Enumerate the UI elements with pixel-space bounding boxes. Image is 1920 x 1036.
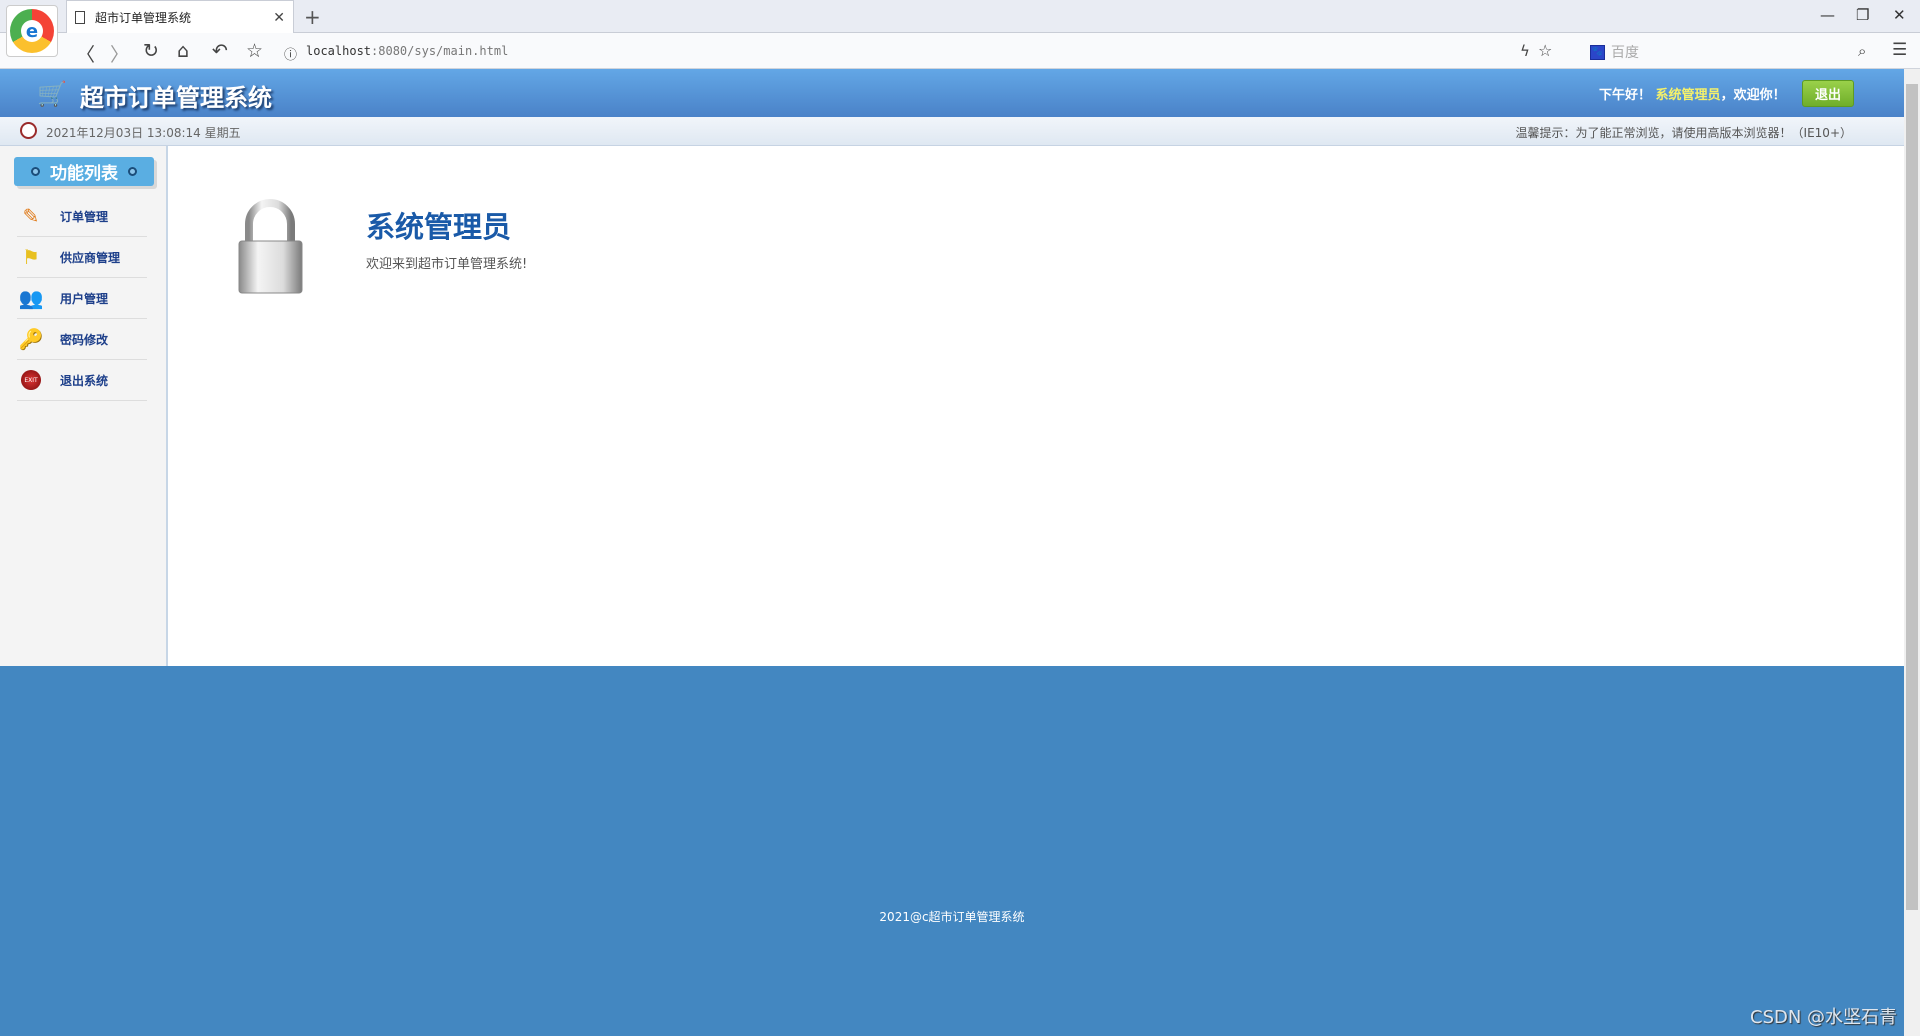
browser-logo: e bbox=[6, 5, 58, 57]
sidebar-item-users[interactable]: 👥 用户管理 bbox=[17, 278, 147, 319]
app-title: 超市订单管理系统 bbox=[80, 78, 272, 113]
provider-icon: ⚑ bbox=[17, 244, 45, 270]
favorite-icon[interactable]: ☆ bbox=[1538, 41, 1552, 60]
url-host: localhost bbox=[306, 44, 371, 58]
role-title: 系统管理员 bbox=[366, 204, 511, 246]
undo-icon[interactable]: ↶ bbox=[212, 40, 228, 62]
password-icon: 🔑 bbox=[17, 326, 45, 352]
greeting-text: 下午好！ bbox=[1599, 88, 1651, 103]
cart-icon: 🛒 bbox=[37, 80, 67, 108]
reload-icon[interactable]: ↻ bbox=[143, 40, 159, 62]
sidebar-item-label: 密码修改 bbox=[60, 331, 108, 348]
welcome-suffix: ，欢迎你！ bbox=[1721, 88, 1786, 103]
browser-tip: 温馨提示：为了能正常浏览，请使用高版本浏览器！（IE10+） bbox=[499, 124, 1852, 141]
footer-text: 2021@c超市订单管理系统 bbox=[0, 908, 1904, 925]
sidebar-item-label: 订单管理 bbox=[60, 208, 108, 225]
url-path: :8080/sys/main.html bbox=[371, 44, 508, 58]
users-icon: 👥 bbox=[17, 285, 45, 311]
welcome-text: 欢迎来到超市订单管理系统! bbox=[366, 253, 527, 272]
forward-icon[interactable]: 〉 bbox=[110, 40, 129, 67]
url-field[interactable]: localhost:8080/sys/main.html bbox=[306, 44, 508, 58]
close-window-button[interactable]: ✕ bbox=[1893, 6, 1906, 24]
home-icon[interactable]: ⌂ bbox=[177, 40, 189, 62]
tab-title: 超市订单管理系统 bbox=[95, 9, 191, 26]
sidebar-item-orders[interactable]: ✎ 订单管理 bbox=[17, 196, 147, 237]
current-datetime: 2021年12月03日 13:08:14 星期五 bbox=[46, 124, 241, 141]
scrollbar-thumb[interactable] bbox=[1906, 84, 1918, 910]
restore-button[interactable]: ❐ bbox=[1856, 6, 1869, 24]
lock-icon bbox=[233, 198, 308, 298]
minimize-button[interactable]: — bbox=[1820, 6, 1835, 24]
search-placeholder: 百度 bbox=[1611, 42, 1639, 62]
sidebar-item-label: 退出系统 bbox=[60, 372, 108, 389]
lightning-icon[interactable]: ϟ bbox=[1520, 42, 1530, 60]
order-icon: ✎ bbox=[17, 203, 45, 229]
dot-icon bbox=[128, 167, 137, 176]
search-icon[interactable]: ⌕ bbox=[1858, 42, 1866, 60]
logo-letter: e bbox=[21, 20, 43, 42]
menu-icon[interactable]: ☰ bbox=[1892, 40, 1907, 60]
new-tab-button[interactable]: + bbox=[304, 5, 321, 29]
exit-icon: EXIT bbox=[17, 367, 45, 393]
sidebar-title: 功能列表 bbox=[14, 157, 154, 186]
sidebar-item-providers[interactable]: ⚑ 供应商管理 bbox=[17, 237, 147, 278]
baidu-icon: 🐾 bbox=[1590, 45, 1605, 60]
close-tab-icon[interactable]: ✕ bbox=[273, 10, 285, 26]
sidebar-item-exit[interactable]: EXIT 退出系统 bbox=[17, 360, 147, 401]
info-icon: ⓘ bbox=[284, 44, 297, 63]
sidebar-item-label: 供应商管理 bbox=[60, 249, 120, 266]
sidebar-item-password[interactable]: 🔑 密码修改 bbox=[17, 319, 147, 360]
dot-icon bbox=[31, 167, 40, 176]
clock-icon bbox=[20, 122, 37, 139]
sidebar-item-label: 用户管理 bbox=[60, 290, 108, 307]
sidebar-title-text: 功能列表 bbox=[50, 159, 118, 184]
browser-tab[interactable]: 超市订单管理系统 ✕ bbox=[66, 0, 294, 34]
logout-button[interactable]: 退出 bbox=[1802, 80, 1854, 107]
footer bbox=[0, 666, 1904, 1036]
greeting: 下午好！ 系统管理员，欢迎你！ bbox=[1599, 84, 1786, 103]
back-icon[interactable]: 〈 bbox=[76, 40, 95, 67]
page-icon bbox=[75, 11, 85, 24]
search-box[interactable]: 🐾 百度 bbox=[1590, 42, 1639, 62]
watermark: CSDN @水坚石青 bbox=[1750, 1003, 1897, 1029]
user-name: 系统管理员 bbox=[1656, 88, 1721, 103]
bookmark-star-icon[interactable]: ☆ bbox=[246, 40, 263, 62]
